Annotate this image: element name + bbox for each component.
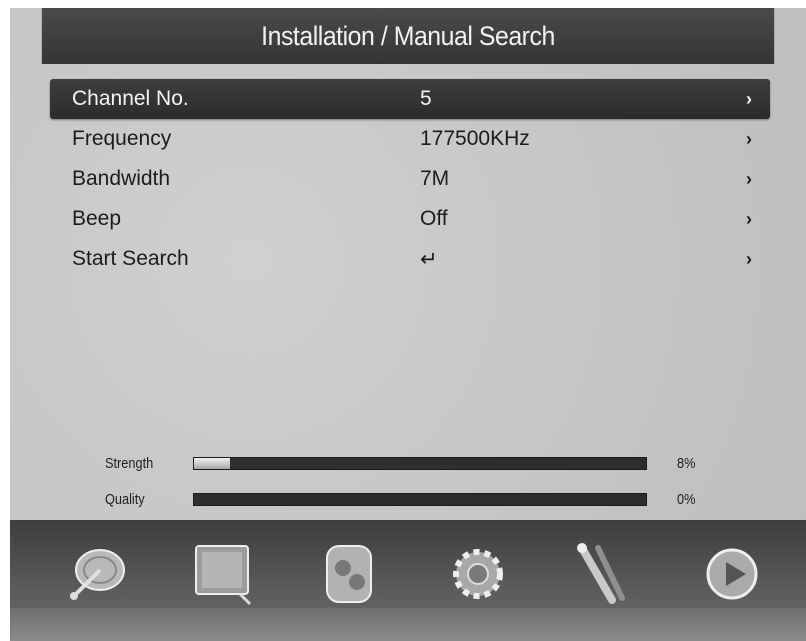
strength-percent: 8%	[677, 454, 696, 472]
menu-label: Start Search	[72, 247, 189, 270]
chevron-right-icon: ›	[746, 88, 752, 109]
strength-bar-fill	[194, 457, 231, 469]
chevron-right-icon: ›	[746, 168, 752, 189]
chevron-right-icon: ›	[746, 128, 752, 149]
strength-meter: Strength 8%	[105, 445, 725, 481]
page-title: Installation / Manual Search	[41, 8, 775, 64]
tv-monitor-icon[interactable]	[188, 538, 260, 610]
menu-row-frequency[interactable]: Frequency 177500KHz ›	[50, 119, 770, 159]
settings-gear-icon[interactable]	[442, 538, 514, 610]
menu-label: Frequency	[72, 127, 172, 150]
signal-meters: Strength 8% Quality 0%	[105, 445, 725, 517]
screen: Installation / Manual Search Channel No.…	[10, 8, 806, 641]
menu-row-bandwidth[interactable]: Bandwidth 7M ›	[50, 159, 770, 199]
chevron-right-icon: ›	[746, 248, 752, 269]
menu-label: Bandwidth	[72, 167, 171, 190]
satellite-dish-icon[interactable]	[60, 538, 132, 610]
quality-percent: 0%	[677, 490, 696, 508]
dock-floor	[10, 608, 806, 641]
play-arrow-icon[interactable]	[696, 538, 768, 610]
menu-row-beep[interactable]: Beep Off ›	[50, 199, 770, 239]
strength-label: Strength	[105, 454, 154, 472]
enter-icon: ↵	[420, 247, 438, 271]
chevron-right-icon: ›	[746, 208, 752, 229]
quality-meter: Quality 0%	[105, 481, 725, 517]
menu-row-channel-no[interactable]: Channel No. 5 ›	[50, 79, 770, 119]
menu-value: 7M	[420, 167, 450, 190]
menu-label: Beep	[72, 207, 122, 230]
menu-value: 5	[420, 87, 432, 110]
cable-plug-icon[interactable]	[570, 538, 642, 610]
quality-bar	[193, 492, 647, 506]
menu-value: Off	[420, 207, 448, 230]
menu-label: Channel No.	[72, 87, 189, 110]
strength-bar	[193, 456, 647, 470]
menu-value: 177500KHz	[420, 127, 530, 150]
settings-menu: Channel No. 5 › Frequency 177500KHz › Ba…	[50, 79, 770, 279]
media-player-icon[interactable]	[315, 538, 387, 610]
menu-row-start-search[interactable]: Start Search ↵ ›	[50, 239, 770, 279]
quality-label: Quality	[105, 490, 145, 508]
